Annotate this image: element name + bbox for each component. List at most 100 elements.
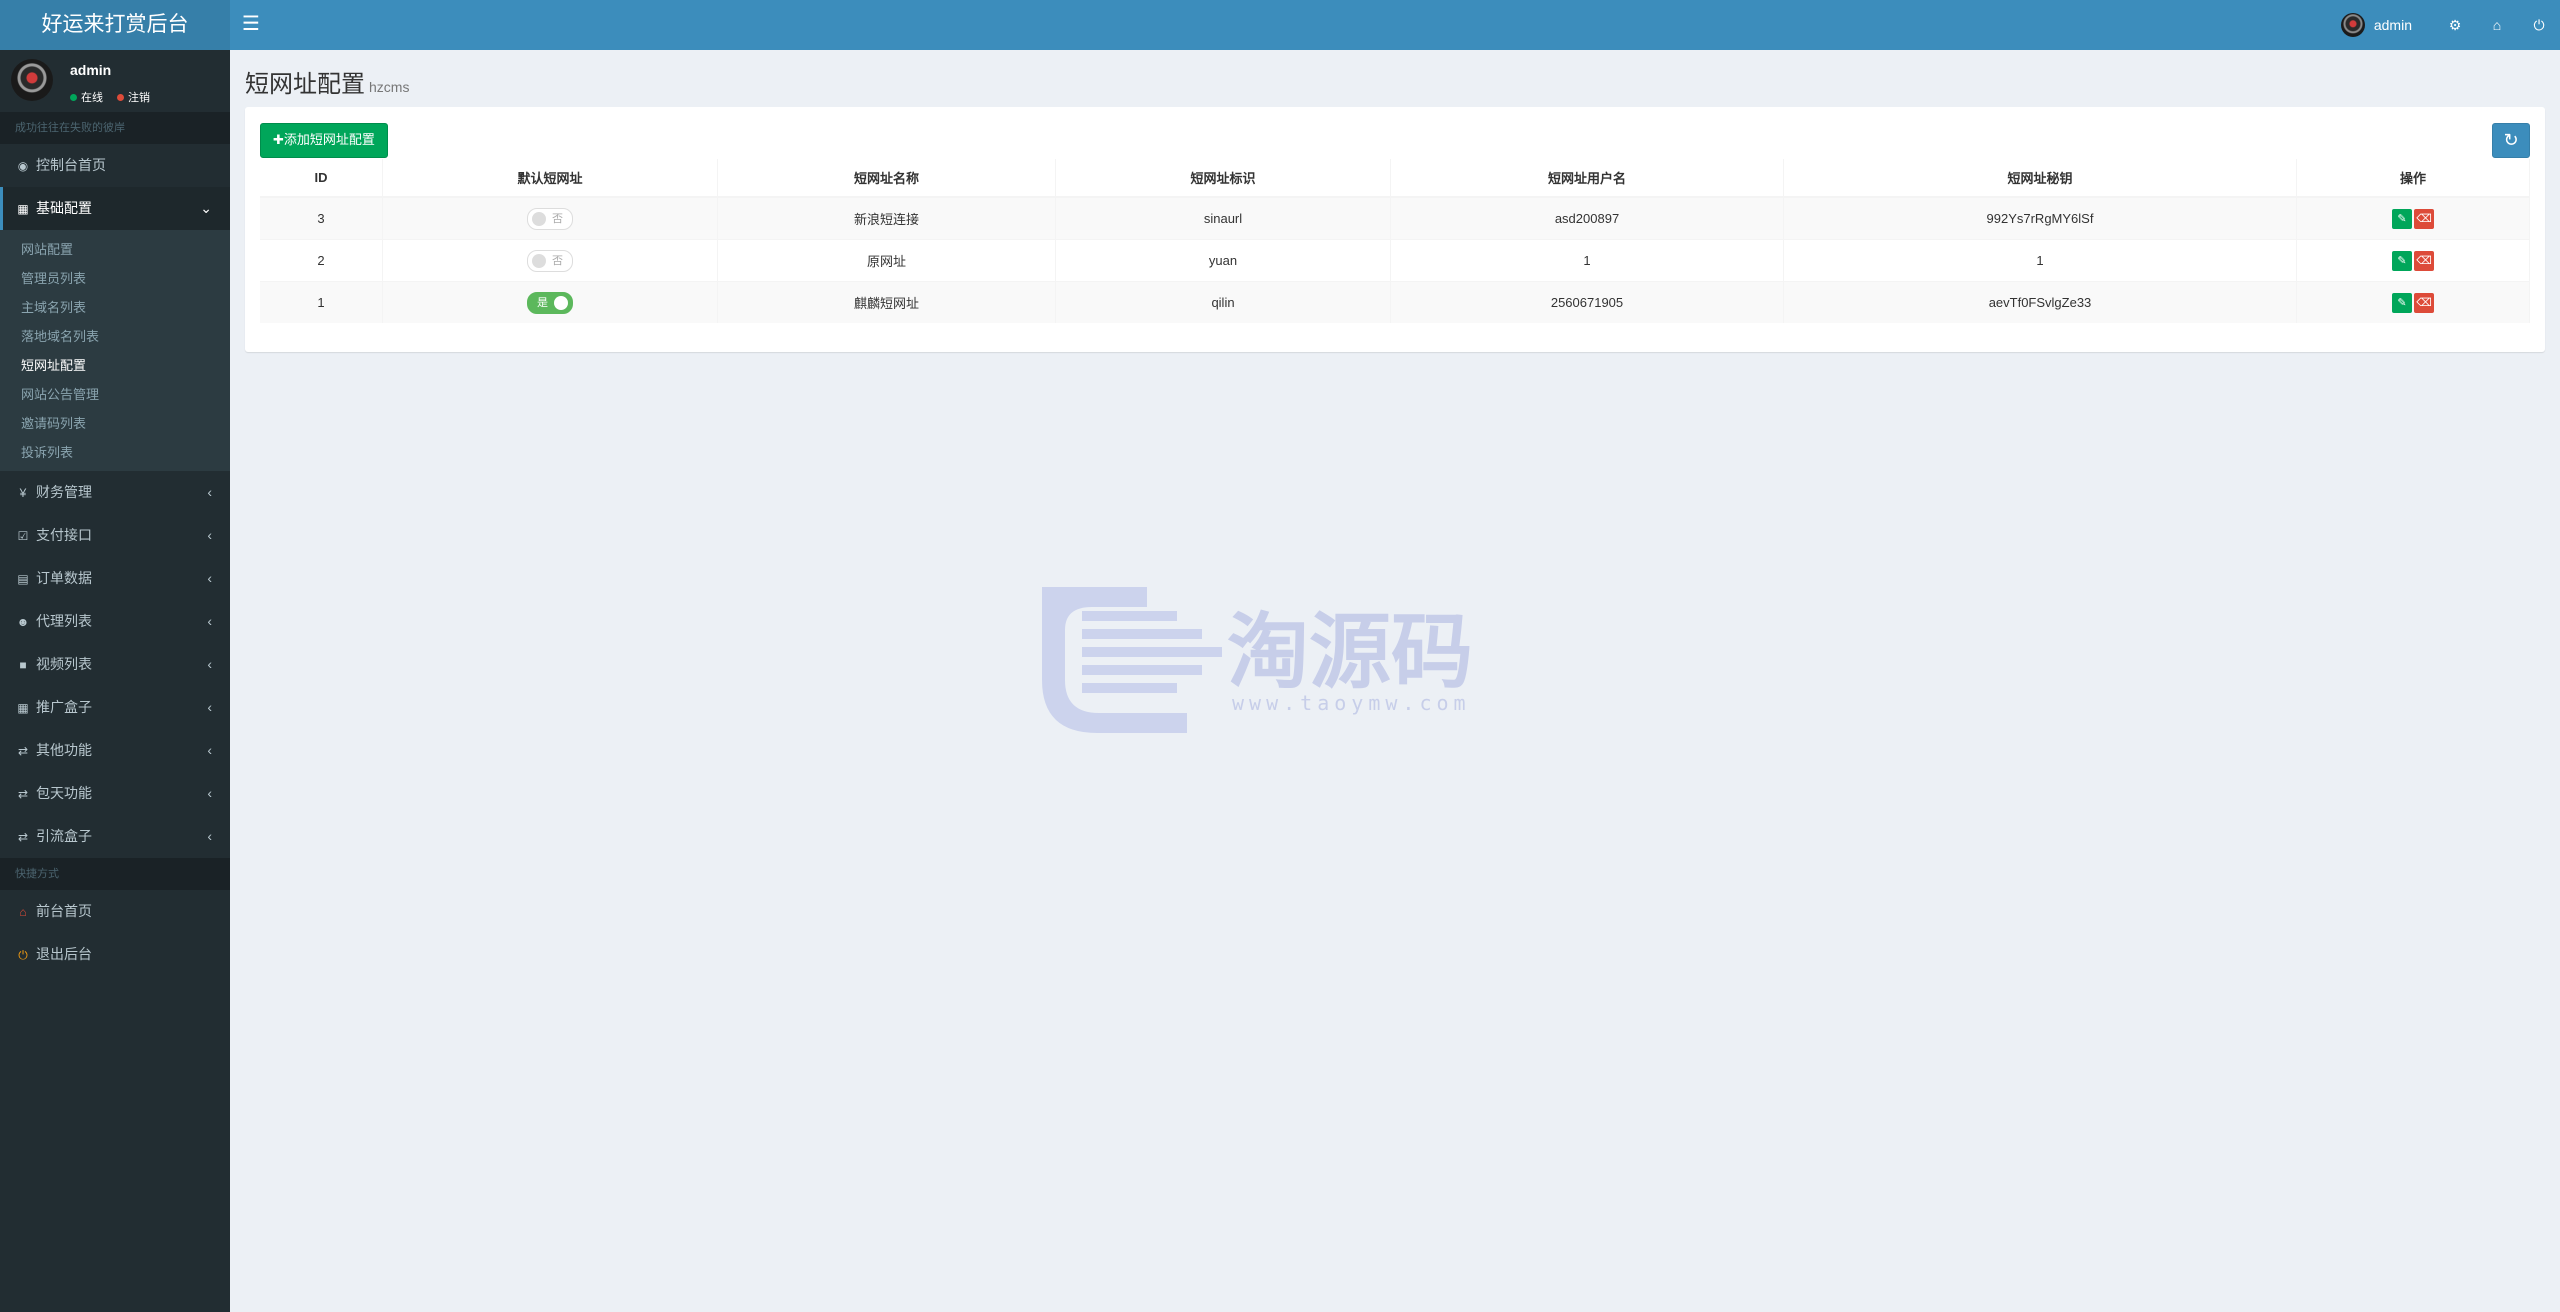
submenu-item-landing-domain-list[interactable]: 落地域名列表 (0, 322, 230, 351)
delete-button[interactable]: ⌫ (2414, 292, 2434, 313)
check-square-icon: ☑ (17, 529, 29, 543)
table-header-row: ID 默认短网址 短网址名称 短网址标识 短网址用户名 短网址秘钥 操作 (260, 159, 2530, 198)
watermark-stripe (1082, 611, 1177, 621)
refresh-button[interactable]: ↻ (2492, 123, 2530, 158)
sidebar-item-label: 财务管理 (36, 484, 92, 500)
cell-actions: ✎ ⌫ (2296, 196, 2530, 240)
submenu-item-site-config[interactable]: 网站配置 (0, 235, 230, 264)
user-panel: admin 在线 注销 (0, 50, 230, 112)
user-panel-name: admin (70, 62, 112, 78)
submenu-basic-config: 网站配置 管理员列表 主域名列表 落地域名列表 短网址配置 网站公告管理 邀请码… (0, 230, 230, 471)
toggle-knob (532, 211, 546, 226)
edit-button[interactable]: ✎ (2392, 250, 2412, 271)
avatar (11, 59, 53, 101)
sidebar-item-label: 引流盒子 (36, 828, 92, 844)
submenu-item-announcement[interactable]: 网站公告管理 (0, 380, 230, 409)
pencil-icon: ✎ (2397, 296, 2407, 309)
short-url-table: ID 默认短网址 短网址名称 短网址标识 短网址用户名 短网址秘钥 操作 3 否… (260, 159, 2530, 323)
share-icon[interactable]: ⚙ (2434, 17, 2476, 34)
users-icon: ☻ (16, 615, 30, 629)
sidebar-item-payment[interactable]: ☑ 支付接口 ‹ (0, 514, 230, 557)
column-header-tag: 短网址标识 (1055, 159, 1391, 198)
submenu-item-main-domain-list[interactable]: 主域名列表 (0, 293, 230, 322)
sidebar-item-label: 代理列表 (36, 613, 92, 629)
chevron-left-icon: ‹ (207, 828, 212, 844)
sidebar-item-traffic-box[interactable]: ⇄ 引流盒子 ‹ (0, 815, 230, 858)
content-box: ✚添加短网址配置 ↻ ID 默认短网址 短网址名称 短网址标识 短网址用户名 短… (245, 107, 2545, 352)
submenu-item-invite-codes[interactable]: 邀请码列表 (0, 409, 230, 438)
table-icon: ▦ (17, 701, 29, 715)
hamburger-icon[interactable]: ☰ (242, 11, 260, 36)
home-icon: ⌂ (19, 905, 27, 919)
cell-name: 麒麟短网址 (717, 281, 1056, 323)
online-dot-icon (70, 93, 77, 101)
chevron-left-icon: ‹ (207, 484, 212, 500)
cell-default: 是 (382, 281, 718, 323)
cell-tag: yuan (1055, 239, 1391, 282)
sidebar-item-label: 退出后台 (36, 946, 92, 962)
retweet-icon: ⇄ (17, 744, 29, 758)
delete-button[interactable]: ⌫ (2414, 250, 2434, 271)
watermark-mark-icon (1042, 587, 1187, 733)
retweet-icon: ⇄ (17, 787, 29, 801)
submenu-item-short-url-config[interactable]: 短网址配置 (0, 351, 230, 380)
default-toggle[interactable]: 是 (527, 291, 573, 314)
cell-secret: 1 (1783, 239, 2297, 282)
delete-button[interactable]: ⌫ (2414, 208, 2434, 229)
user-status: 在线 注销 (70, 89, 150, 105)
column-header-username: 短网址用户名 (1390, 159, 1784, 198)
add-short-url-button[interactable]: ✚添加短网址配置 (260, 123, 388, 158)
cell-id: 1 (260, 281, 383, 323)
app-logo[interactable]: 好运来打赏后台 (0, 0, 230, 50)
user-menu[interactable]: admin (2340, 13, 2412, 37)
toggle-knob (554, 295, 568, 310)
pencil-icon: ✎ (2397, 212, 2407, 225)
sidebar-item-videos[interactable]: ■ 视频列表 ‹ (0, 643, 230, 686)
chevron-left-icon: ‹ (207, 570, 212, 586)
toggle-knob (532, 253, 546, 268)
chevron-left-icon: ‹ (207, 613, 212, 629)
sidebar-item-other[interactable]: ⇄ 其他功能 ‹ (0, 729, 230, 772)
grid-icon: ▦ (17, 202, 29, 216)
sidebar-item-label: 包天功能 (36, 785, 92, 801)
cell-name: 原网址 (717, 239, 1056, 282)
pencil-icon: ✎ (2397, 254, 2407, 267)
sidebar-item-dashboard[interactable]: ◉ 控制台首页 (0, 144, 230, 187)
default-toggle[interactable]: 否 (527, 207, 573, 230)
cell-id: 2 (260, 239, 383, 282)
sidebar-item-label: 支付接口 (36, 527, 92, 543)
home-icon[interactable]: ⌂ (2476, 17, 2518, 33)
sidebar-item-frontend-home[interactable]: ⌂ 前台首页 (0, 890, 230, 933)
chevron-left-icon: ‹ (207, 785, 212, 801)
sidebar-item-finance[interactable]: ¥ 财务管理 ‹ (0, 471, 230, 514)
sidebar-item-promo-box[interactable]: ▦ 推广盒子 ‹ (0, 686, 230, 729)
plus-icon: ✚ (273, 132, 284, 147)
column-header-secret: 短网址秘钥 (1783, 159, 2297, 198)
default-toggle[interactable]: 否 (527, 249, 573, 272)
power-icon[interactable]: ⏻ (2518, 17, 2560, 34)
chevron-left-icon: ‹ (207, 656, 212, 672)
cell-actions: ✎ ⌫ (2296, 281, 2530, 323)
sidebar-item-label: 控制台首页 (36, 157, 106, 173)
dashboard-icon: ◉ (17, 159, 29, 173)
sidebar-item-label: 其他功能 (36, 742, 92, 758)
sidebar-item-orders[interactable]: ▤ 订单数据 ‹ (0, 557, 230, 600)
cell-default: 否 (382, 239, 718, 282)
submenu-item-complaints[interactable]: 投诉列表 (0, 438, 230, 467)
avatar (2340, 13, 2365, 37)
sidebar-item-label: 视频列表 (36, 656, 92, 672)
sidebar-item-basic-config[interactable]: ▦ 基础配置 ⌄ (0, 187, 230, 230)
sidebar-item-logout[interactable]: ⏻ 退出后台 (0, 933, 230, 976)
edit-button[interactable]: ✎ (2392, 292, 2412, 313)
sidebar-item-agents[interactable]: ☻ 代理列表 ‹ (0, 600, 230, 643)
edit-button[interactable]: ✎ (2392, 208, 2412, 229)
trash-icon: ⌫ (2416, 296, 2432, 309)
sidebar-item-daily[interactable]: ⇄ 包天功能 ‹ (0, 772, 230, 815)
sidebar-item-label: 前台首页 (36, 903, 92, 919)
cell-id: 3 (260, 196, 383, 240)
user-name: admin (2373, 17, 2412, 33)
table-row: 3 否 新浪短连接 sinaurl asd200897 992Ys7rRgMY6… (260, 196, 2530, 240)
logout-link[interactable]: 注销 (128, 89, 150, 105)
refresh-icon: ↻ (2503, 130, 2519, 150)
submenu-item-admin-list[interactable]: 管理员列表 (0, 264, 230, 293)
